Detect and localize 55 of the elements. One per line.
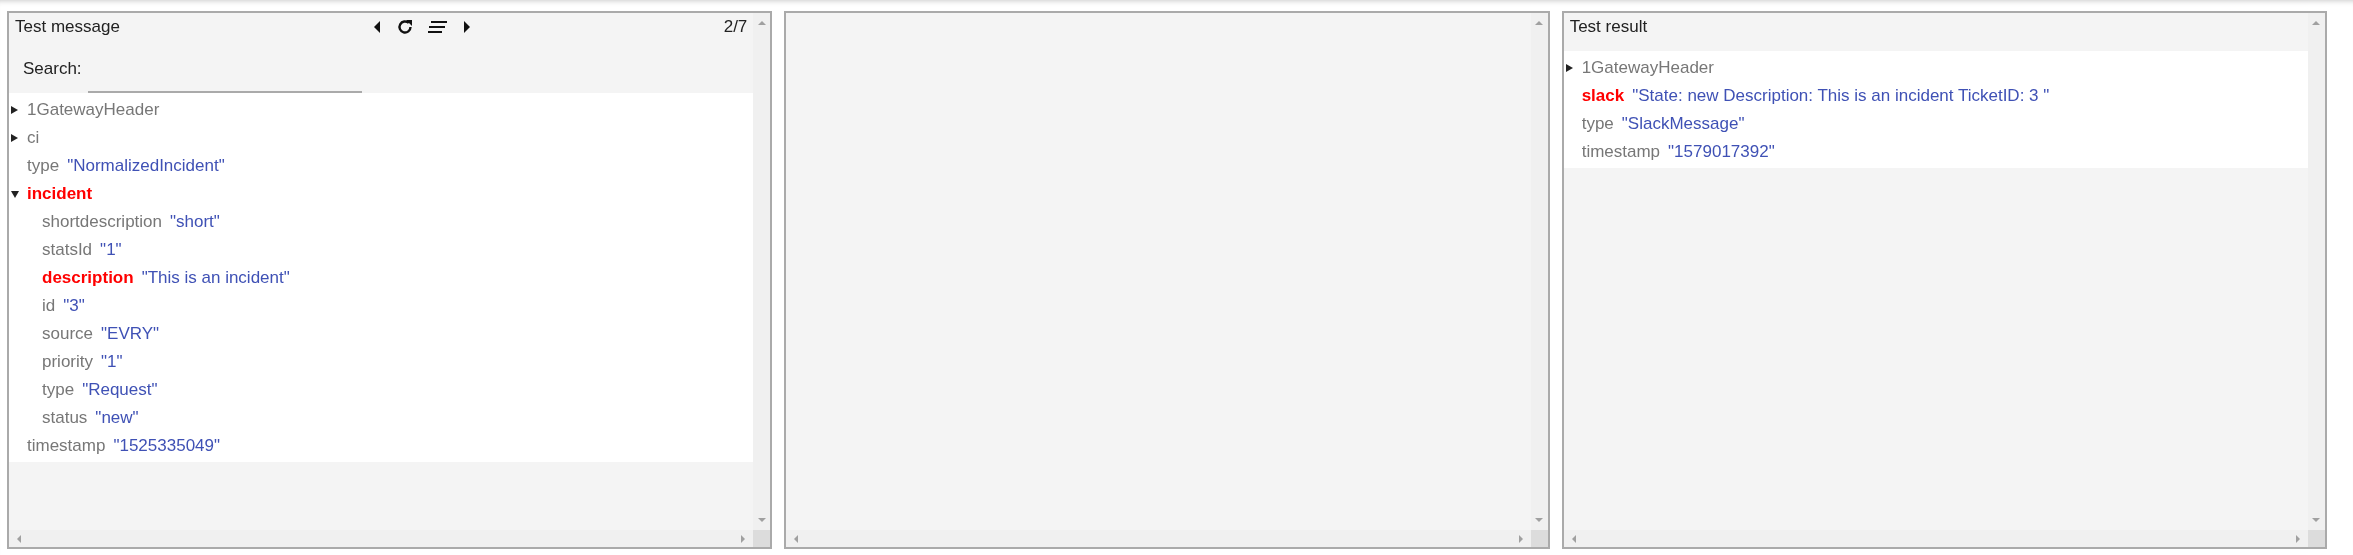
next-icon[interactable] xyxy=(461,20,472,34)
tree-key: description xyxy=(38,268,134,288)
tree-value: "3" xyxy=(63,296,85,316)
tree-key: shortdescription xyxy=(38,212,162,232)
tree-value: "SlackMessage" xyxy=(1621,114,1745,134)
vertical-scrollbar[interactable] xyxy=(2308,13,2325,530)
vertical-scrollbar[interactable] xyxy=(1530,13,1548,530)
scrollbar-corner xyxy=(753,530,771,547)
tree-key: status xyxy=(38,408,88,428)
tree-key: 1GatewayHeader xyxy=(23,100,160,120)
tree-key: statsId xyxy=(38,240,93,260)
tree-value: "1579017392" xyxy=(1668,142,1775,162)
search-label: Search: xyxy=(23,59,82,79)
scroll-up-icon[interactable] xyxy=(756,19,767,27)
horizontal-scrollbar[interactable] xyxy=(786,530,1531,547)
tree-value: "1" xyxy=(100,240,122,260)
tree-key: priority xyxy=(38,352,93,372)
vertical-scrollbar[interactable] xyxy=(753,13,771,530)
scroll-down-icon[interactable] xyxy=(1534,516,1545,524)
tree-value: "new" xyxy=(95,408,139,428)
scroll-up-icon[interactable] xyxy=(2311,19,2322,27)
scroll-right-icon[interactable] xyxy=(739,533,748,544)
tree-value: "short" xyxy=(170,212,220,232)
horizontal-scrollbar[interactable] xyxy=(1563,530,2308,547)
scroll-left-icon[interactable] xyxy=(792,533,801,544)
tree-value: "Request" xyxy=(82,380,158,400)
tree-value: "1" xyxy=(101,352,123,372)
tree-key: type xyxy=(1577,114,1614,134)
tree-value: "EVRY" xyxy=(101,324,160,344)
tree-key: timestamp xyxy=(1577,142,1661,162)
panel-title: Test result xyxy=(1569,17,1648,37)
scroll-right-icon[interactable] xyxy=(2294,533,2302,544)
tree-key: type xyxy=(23,156,60,176)
align-text-icon[interactable] xyxy=(427,20,448,34)
tree-key: id xyxy=(38,296,56,316)
tree-value: "State: new Description: This is an incident TicketID: 3 " xyxy=(1632,86,2050,106)
tree-value: "This is an incident" xyxy=(141,268,290,288)
tree-value: "1525335049" xyxy=(113,436,221,456)
panel-title: Test message xyxy=(15,17,120,37)
refresh-icon[interactable] xyxy=(395,18,414,36)
scroll-left-icon[interactable] xyxy=(15,533,23,544)
tree-key: source xyxy=(38,324,94,344)
horizontal-scrollbar[interactable] xyxy=(9,530,754,547)
scroll-up-icon[interactable] xyxy=(1534,19,1545,27)
tree-value: "NormalizedIncident" xyxy=(67,156,225,176)
tree-key: timestamp xyxy=(23,436,106,456)
scroll-down-icon[interactable] xyxy=(2311,516,2322,524)
tree-key: ci xyxy=(23,128,40,148)
tree-key: type xyxy=(38,380,75,400)
scroll-right-icon[interactable] xyxy=(1516,533,1525,544)
tree-key: incident xyxy=(23,184,93,204)
message-counter: 2/7 xyxy=(723,17,748,37)
tree-key: 1GatewayHeader xyxy=(1577,58,1714,78)
scroll-down-icon[interactable] xyxy=(756,516,767,524)
tree-key: slack xyxy=(1577,86,1625,106)
